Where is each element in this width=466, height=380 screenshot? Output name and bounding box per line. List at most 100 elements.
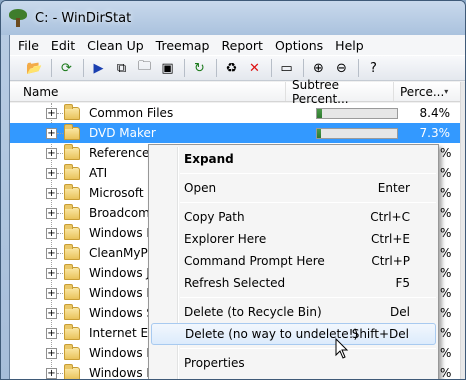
context-item-delete-to-recycle-bin[interactable]: Delete (to Recycle Bin) Del [151, 301, 436, 323]
toolbar-separator [184, 59, 185, 77]
expand-toggle-icon[interactable]: + [46, 288, 57, 299]
context-item-refresh-selected[interactable]: Refresh Selected F5 [151, 272, 436, 294]
tree-branch-line [57, 193, 63, 194]
expand-toggle-icon[interactable]: + [46, 328, 57, 339]
expand-toggle-icon[interactable]: + [46, 128, 57, 139]
menu-treemap[interactable]: Treemap [150, 38, 216, 53]
toolbar-separator [358, 59, 359, 77]
title-bar[interactable]: C: - WinDirStat [1, 1, 465, 35]
folder-icon [64, 184, 80, 200]
tree-branch-line [57, 153, 63, 154]
row-name: CleanMyPC [89, 246, 157, 260]
folder-icon [64, 364, 80, 379]
menu-help[interactable]: Help [329, 38, 370, 53]
tree-row[interactable]: + DVD Maker 7.3% [10, 123, 460, 143]
tree-branch-line [57, 293, 63, 294]
help-icon[interactable]: ? [363, 58, 384, 79]
expand-toggle-icon[interactable]: + [46, 368, 57, 379]
column-percent[interactable]: Perce... ▾ [394, 82, 451, 101]
expand-toggle-icon[interactable]: + [46, 268, 57, 279]
vertical-scrollbar[interactable] [460, 82, 465, 379]
column-name-label: Name [23, 84, 59, 99]
windirstat-tree-icon [9, 9, 27, 27]
tree-branch-line [57, 233, 63, 234]
recycle-bin-icon[interactable]: ♻ [221, 58, 242, 79]
menu-edit[interactable]: Edit [45, 38, 81, 53]
row-percent: % [440, 146, 452, 160]
expand-toggle-icon[interactable]: + [46, 348, 57, 359]
refresh-icon[interactable]: ⟳ [56, 58, 77, 79]
tree-branch-line [57, 273, 63, 274]
tree-branch-line [57, 353, 63, 354]
expand-toggle-icon[interactable]: + [46, 228, 57, 239]
menu-report[interactable]: Report [216, 38, 269, 53]
context-item-shortcut: Enter [377, 181, 410, 195]
row-percent: % [440, 246, 452, 260]
expand-toggle-icon[interactable]: + [46, 188, 57, 199]
toolbar-separator [303, 59, 304, 77]
zoom-out-icon[interactable]: ⊖ [331, 58, 352, 79]
command-prompt-icon[interactable]: ▣ [157, 58, 178, 79]
toolbar: 📂 ⟳ ▶ ⧉ 🗀 ▣ ↻ ♻ ✕ ▭ ⊕ ⊖? [10, 55, 465, 81]
column-percent-label: Perce... [400, 84, 445, 99]
folder-icon [64, 324, 80, 340]
context-item-properties[interactable]: Properties [151, 352, 436, 374]
folder-icon [64, 304, 80, 320]
row-percent: % [440, 326, 452, 340]
new-folder-icon[interactable]: ▭ [276, 58, 297, 79]
expand-toggle-icon[interactable]: + [46, 148, 57, 159]
copy-icon[interactable]: ⧉ [111, 58, 132, 79]
toolbar-separator [216, 59, 217, 77]
folder-icon [64, 164, 80, 180]
expand-toggle-icon[interactable]: + [46, 108, 57, 119]
expand-toggle-icon[interactable]: + [46, 208, 57, 219]
context-item-shortcut: Ctrl+E [371, 232, 410, 246]
context-item-shortcut: Del [390, 305, 410, 319]
subtree-percent-fill [317, 129, 321, 138]
column-name[interactable]: Name [10, 82, 286, 101]
tree-branch-line [57, 313, 63, 314]
tree-branch-line [57, 213, 63, 214]
context-item-shortcut: Shift+Del [351, 327, 409, 341]
menu-file[interactable]: File [12, 38, 45, 53]
column-subtree-label: Subtree Percent... [292, 77, 349, 106]
tree-branch-line [57, 253, 63, 254]
column-subtree-percent[interactable]: Subtree Percent... [286, 78, 394, 106]
folder-icon [64, 224, 80, 240]
expand-toggle-icon[interactable]: + [46, 168, 57, 179]
row-name: DVD Maker [89, 126, 156, 140]
delete-icon[interactable]: ✕ [244, 58, 265, 79]
app-window: C: - WinDirStat File Edit Clean Up Treemap R… [0, 0, 466, 380]
row-percent: 8.4% [419, 106, 451, 120]
zoom-in-icon[interactable]: ⊕ [308, 58, 329, 79]
row-percent: % [440, 346, 452, 360]
tree-branch-line [57, 333, 63, 334]
open-folder-icon[interactable]: 📂 [24, 58, 45, 79]
context-item-shortcut: F5 [395, 276, 410, 290]
context-menu: Expand Open Enter Copy Path Ctrl+C Explorer H… [148, 144, 439, 379]
column-header: Name Subtree Percent... Perce... ▾ [10, 78, 460, 106]
tree-row[interactable]: + Common Files 8.4% [10, 103, 460, 123]
row-percent: % [440, 226, 452, 240]
menu-options[interactable]: Options [269, 38, 329, 53]
menu-separator [180, 202, 436, 203]
subtree-percent-bar [316, 108, 398, 119]
row-percent: % [440, 366, 452, 380]
menu-separator [180, 297, 436, 298]
folder-icon [64, 204, 80, 220]
subtree-percent-fill [317, 109, 322, 118]
play-icon[interactable]: ▶ [88, 58, 109, 79]
context-item-explorer-here[interactable]: Explorer Here Ctrl+E [151, 228, 436, 250]
reload-icon[interactable]: ↻ [189, 58, 210, 79]
explorer-icon[interactable]: 🗀 [134, 58, 155, 79]
expand-toggle-icon[interactable]: + [46, 248, 57, 259]
menu-clean-up[interactable]: Clean Up [81, 38, 150, 53]
context-item-open[interactable]: Open Enter [151, 177, 436, 199]
sort-arrow-icon: ▾ [444, 87, 449, 96]
context-item-command-prompt-here[interactable]: Command Prompt Here Ctrl+P [151, 250, 436, 272]
folder-icon [64, 344, 80, 360]
context-item-expand[interactable]: Expand [151, 148, 436, 170]
context-item-delete-no-way-to-undelete[interactable]: Delete (no way to undelete!) Shift+Del [151, 323, 436, 345]
context-item-copy-path[interactable]: Copy Path Ctrl+C [151, 206, 436, 228]
expand-toggle-icon[interactable]: + [46, 308, 57, 319]
